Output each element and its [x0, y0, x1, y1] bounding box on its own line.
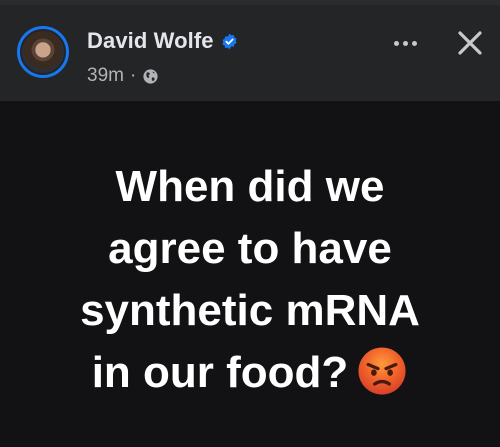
verified-badge-icon [222, 33, 237, 49]
more-options-button[interactable] [388, 31, 422, 55]
globe-icon[interactable] [142, 68, 159, 85]
post-text-line: synthetic mRNA [80, 286, 420, 335]
post-meta: 39m · [87, 65, 159, 87]
author-name[interactable]: David Wolfe [87, 28, 214, 54]
meta-separator: · [129, 65, 137, 86]
avatar-photo [20, 29, 66, 75]
post-text-line-with-emoji: in our food? [30, 342, 470, 404]
angry-face-emoji-icon [358, 347, 406, 395]
post-text-line: in our food? [91, 348, 349, 397]
more-dot [411, 40, 417, 46]
post-text-line: When did we [115, 162, 385, 211]
more-dot [402, 40, 408, 46]
post-header: David Wolfe 39m · [0, 5, 500, 101]
author-name-row: David Wolfe [87, 28, 238, 54]
post-timestamp[interactable]: 39m [87, 65, 124, 87]
more-dot [393, 40, 399, 46]
post-text: When did we agree to have synthetic mRNA… [30, 156, 470, 404]
author-avatar[interactable] [17, 26, 69, 78]
close-icon[interactable] [454, 27, 486, 59]
post-content: When did we agree to have synthetic mRNA… [0, 101, 500, 447]
post-text-line: agree to have [108, 224, 392, 273]
